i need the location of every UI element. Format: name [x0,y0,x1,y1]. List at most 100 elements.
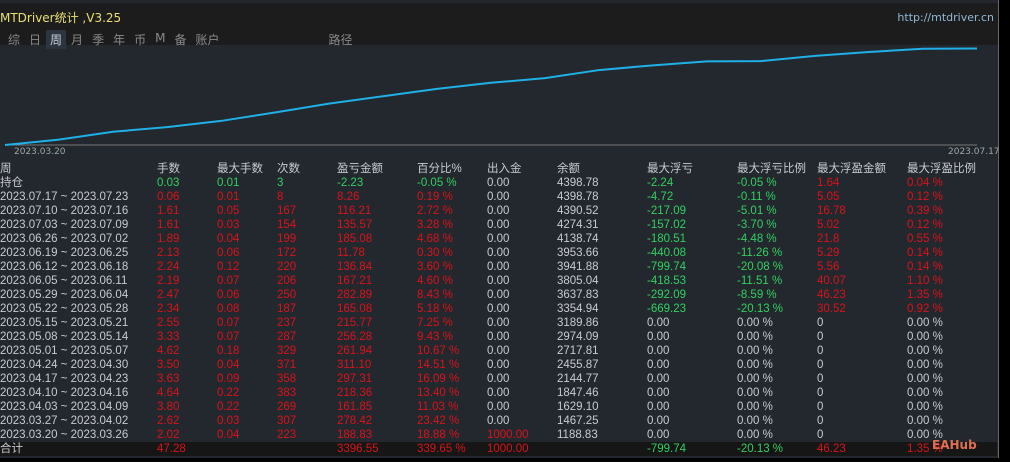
cell-3: 250 [277,289,297,301]
table-row: 2023.05.01 ~ 2023.05.07 4.62 0.18 329 261.94… [0,344,997,358]
cell-5: 5.18 % [417,303,453,315]
cell-4: 278.42 [337,415,373,427]
cell-0: 持仓 [0,177,23,189]
cell-7: 1847.46 [557,387,599,399]
cell-9: 最大浮亏比例 [737,163,806,175]
cell-6: 0.00 [487,275,510,287]
cell-10: 21.8 [817,233,840,245]
cell-4: 8.26 [337,191,360,203]
cell-7: 4398.78 [557,177,599,189]
title-bar: MTDriver统计 ,V3.25 http://mtdriver.cn 综日周… [0,3,998,49]
cell-2: 0.07 [217,317,240,329]
cell-10: 1.64 [817,177,840,189]
cell-11: 0.12 % [907,191,943,203]
cell-3: 307 [277,415,297,427]
cell-0: 2023.04.10 ~ 2023.04.16 [0,387,129,399]
table-row: 2023.04.24 ~ 2023.04.30 3.50 0.04 371 311.10… [0,358,997,372]
cell-8: -440.08 [647,247,687,259]
cell-6: 0.00 [487,401,510,413]
cell-9: -8.59 % [737,289,777,301]
cell-10: 40.07 [817,275,846,287]
cell-10: 5.56 [817,261,840,273]
cell-5: 339.65 % [417,442,487,456]
cell-7: 4274.31 [557,219,599,231]
cell-0: 2023.06.26 ~ 2023.07.02 [0,233,129,245]
cell-2: 0.01 [217,191,240,203]
cell-6: 0.00 [487,219,510,231]
cell-8: -799.74 [647,442,737,456]
cell-3: 371 [277,359,297,371]
cell-3: 172 [277,247,297,259]
cell-0: 2023.07.10 ~ 2023.07.16 [0,205,129,217]
equity-curve [4,47,978,146]
cell-6: 0.00 [487,303,510,315]
cell-3: 8 [277,191,284,203]
cell-1: 2.62 [157,415,180,427]
cell-1: 1.61 [157,219,180,231]
cell-0: 2023.05.15 ~ 2023.05.21 [0,317,129,329]
cell-4: 盈亏金额 [337,163,383,175]
cell-11: 0.39 % [907,205,943,217]
cell-10: 46.23 [817,289,846,301]
cell-4: 116.21 [337,205,372,217]
cell-11: 0.00 % [907,387,943,399]
table-row: 2023.05.29 ~ 2023.06.04 2.47 0.06 250 282.89… [0,288,997,302]
cell-7: 3189.86 [557,317,599,329]
cell-1: 2.13 [157,247,180,259]
cell-6: 0.00 [487,331,510,343]
cell-7: 1629.10 [557,401,599,413]
cell-10: 0 [817,415,824,427]
cell-7: 3354.94 [557,303,599,315]
cell-3: 269 [277,401,297,413]
cell-9: 0.00 % [737,331,773,343]
cell-9: -3.70 % [737,219,777,231]
cell-5: -0.05 % [417,177,457,189]
cell-7: 2974.09 [557,331,599,343]
cell-2: 0.04 [217,429,240,441]
cell-0: 2023.07.17 ~ 2023.07.23 [0,191,129,203]
cell-5: 百分比% [417,163,462,175]
cell-9: -20.08 % [737,261,784,273]
website-link[interactable]: http://mtdriver.cn [897,11,994,24]
cell-1: 0.03 [157,177,180,189]
cell-8: 0.00 [647,387,670,399]
cell-4: 311.10 [337,359,372,371]
cell-9: -0.05 % [737,177,777,189]
cell-1: 2.19 [157,275,180,287]
cell-10: 30.52 [817,303,846,315]
cell-4: 256.28 [337,331,373,343]
cell-10: 5.29 [817,247,840,259]
cell-4: -2.23 [337,177,364,189]
cell-4: 282.89 [337,289,373,301]
cell-5: 13.40 % [417,387,460,399]
cell-6: 0.00 [487,359,510,371]
cell-8: -180.51 [647,233,687,245]
cell-1: 3.80 [157,401,180,413]
cell-4: 261.94 [337,345,373,357]
cell-6: 0.00 [487,177,510,189]
cell-1: 2.24 [157,261,180,273]
app-title: MTDriver统计 ,V3.25 [0,11,122,25]
cell-5: 23.42 % [417,415,460,427]
cell-8: 最大浮亏 [647,163,693,175]
cell-9: 0.00 % [737,429,773,441]
eahub-watermark: EAHub [932,438,977,452]
cell-2: 0.07 [217,275,240,287]
cell-5: 0.30 % [417,247,453,259]
cell-5: 18.88 % [417,429,460,441]
cell-11: 0.04 % [907,177,943,189]
cell-4: 11.78 [337,247,365,259]
cell-7: 2455.87 [557,359,599,371]
cell-5: 8.43 % [417,289,453,301]
cell-1: 3.50 [157,359,180,371]
cell-9: 0.00 % [737,387,773,399]
cell-11: 0.00 % [907,401,943,413]
cell-5: 16.09 % [417,373,460,385]
cell-11: 0.00 % [907,331,943,343]
table-row: 2023.07.17 ~ 2023.07.23 0.06 0.01 8 8.26 0.19… [0,190,997,204]
cell-6: 0.00 [487,415,510,427]
cell-3 [277,442,337,456]
cell-5: 9.43 % [417,331,453,343]
cell-1: 47.28 [157,442,217,456]
cell-5: 10.67 % [417,345,460,357]
